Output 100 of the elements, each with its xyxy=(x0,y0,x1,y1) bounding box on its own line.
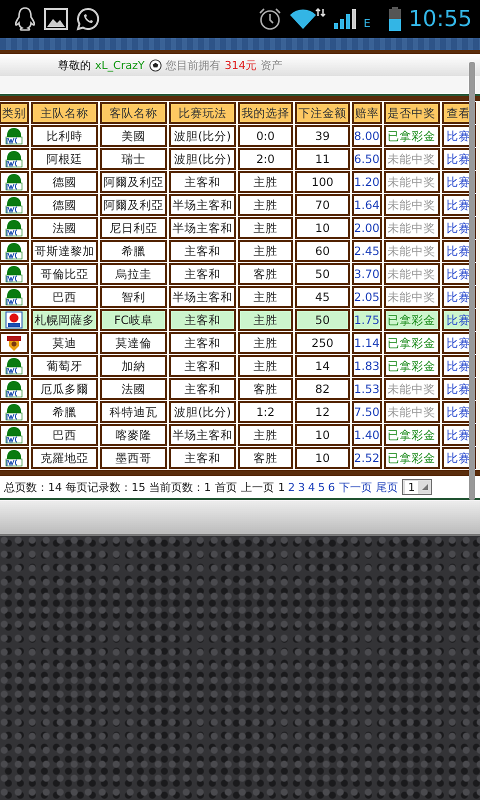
bet-type-cell: 主客和 xyxy=(169,309,236,331)
stake-cell: 10 xyxy=(295,424,350,446)
bet-type-cell: 主客和 xyxy=(169,355,236,377)
odds-cell: 2.45 xyxy=(352,240,382,262)
result-cell: 已拿彩金 xyxy=(384,355,440,377)
bet-type-cell: 主客和 xyxy=(169,171,236,193)
next-page-link[interactable]: 下一页 xyxy=(339,480,372,494)
home-team-cell: 阿根廷 xyxy=(31,148,98,170)
odds-cell: 1.40 xyxy=(352,424,382,446)
result-cell: 未能中奖 xyxy=(384,286,440,308)
page-link[interactable]: 3 xyxy=(298,480,305,494)
stake-cell: 50 xyxy=(295,309,350,331)
choice-cell: 客胜 xyxy=(238,447,293,469)
column-header: 赔率 xyxy=(352,102,382,124)
bet-type-cell: 半场主客和 xyxy=(169,424,236,446)
scrollbar[interactable] xyxy=(469,62,475,500)
first-page-label: 首页 xyxy=(215,480,237,494)
away-team-cell: FC岐阜 xyxy=(100,309,167,331)
bet-row[interactable]: 德國 阿爾及利亞 主客和 主胜 100 1.20 未能中奖 比赛 xyxy=(0,171,476,193)
choice-cell: 2:0 xyxy=(238,148,293,170)
odds-cell: 1.53 xyxy=(352,378,382,400)
greeting-text: 尊敬的 xyxy=(58,58,91,72)
bet-type-cell: 波胆(比分) xyxy=(169,125,236,147)
bet-row[interactable]: 比利時 美國 波胆(比分) 0:0 39 8.00 已拿彩金 比赛 xyxy=(0,125,476,147)
bet-row[interactable]: 巴西 喀麥隆 半场主客和 主胜 10 1.40 已拿彩金 比赛 xyxy=(0,424,476,446)
away-team-cell: 阿爾及利亞 xyxy=(100,171,167,193)
result-cell: 已拿彩金 xyxy=(384,332,440,354)
page-select[interactable]: 1 xyxy=(402,479,432,495)
page-link[interactable]: 1 xyxy=(278,480,285,494)
network-type: E xyxy=(364,16,371,30)
username: xL_CrazY xyxy=(95,58,145,72)
choice-cell: 客胜 xyxy=(238,378,293,400)
last-page-link[interactable]: 尾页 xyxy=(376,480,398,494)
bet-row[interactable]: 希臘 科特迪瓦 波胆(比分) 1:2 12 7.50 未能中奖 比赛 xyxy=(0,401,476,423)
home-team-cell: 希臘 xyxy=(31,401,98,423)
home-team-cell: 比利時 xyxy=(31,125,98,147)
bet-row[interactable]: 哥斯達黎加 希臘 主客和 主胜 60 2.45 未能中奖 比赛 xyxy=(0,240,476,262)
stake-cell: 11 xyxy=(295,148,350,170)
bet-row[interactable]: 葡萄牙 加納 主客和 主胜 14 1.83 已拿彩金 比赛 xyxy=(0,355,476,377)
column-header: 下注金额 xyxy=(295,102,350,124)
bet-type-cell: 波胆(比分) xyxy=(169,148,236,170)
chat-bubble-icon xyxy=(76,7,100,31)
home-team-cell: 哥倫比亞 xyxy=(31,263,98,285)
choice-cell: 0:0 xyxy=(238,125,293,147)
bet-row[interactable]: 阿根廷 瑞士 波胆(比分) 2:0 11 6.50 未能中奖 比赛 xyxy=(0,148,476,170)
stake-cell: 12 xyxy=(295,401,350,423)
result-cell: 未能中奖 xyxy=(384,217,440,239)
home-team-cell: 札幌岡薩多 xyxy=(31,309,98,331)
page-link[interactable]: 4 xyxy=(308,480,315,494)
page-summary: 总页数：14 每页记录数：15 当前页数：1 xyxy=(4,480,211,494)
away-team-cell: 智利 xyxy=(100,286,167,308)
clock: 10:55 xyxy=(408,6,472,32)
odds-cell: 2.00 xyxy=(352,217,382,239)
bet-row[interactable]: 德國 阿爾及利亞 半场主客和 主胜 70 1.64 未能中奖 比赛 xyxy=(0,194,476,216)
column-header: 我的选择 xyxy=(238,102,293,124)
choice-cell: 主胜 xyxy=(238,309,293,331)
column-header: 比赛玩法 xyxy=(169,102,236,124)
home-team-cell: 莫迪 xyxy=(31,332,98,354)
bet-row[interactable]: 厄瓜多爾 法國 主客和 客胜 82 1.53 未能中奖 比赛 xyxy=(0,378,476,400)
away-team-cell: 科特迪瓦 xyxy=(100,401,167,423)
away-team-cell: 烏拉圭 xyxy=(100,263,167,285)
stake-cell: 70 xyxy=(295,194,350,216)
away-team-cell: 墨西哥 xyxy=(100,447,167,469)
home-team-cell: 法國 xyxy=(31,217,98,239)
bet-row[interactable]: 札幌岡薩多 FC岐阜 主客和 主胜 50 1.75 已拿彩金 比赛 xyxy=(0,309,476,331)
home-team-cell: 克羅地亞 xyxy=(31,447,98,469)
bet-row[interactable]: 莫迪 莫達倫 主客和 主胜 250 1.14 已拿彩金 比赛 xyxy=(0,332,476,354)
column-header: 是否中奖 xyxy=(384,102,440,124)
soccer-ball-icon xyxy=(148,58,162,72)
away-team-cell: 尼日利亞 xyxy=(100,217,167,239)
page-link[interactable]: 5 xyxy=(318,480,325,494)
odds-cell: 7.50 xyxy=(352,401,382,423)
result-cell: 未能中奖 xyxy=(384,171,440,193)
bet-type-cell: 半场主客和 xyxy=(169,194,236,216)
odds-cell: 1.64 xyxy=(352,194,382,216)
page-link[interactable]: 2 xyxy=(288,480,295,494)
odds-cell: 2.52 xyxy=(352,447,382,469)
away-team-cell: 加納 xyxy=(100,355,167,377)
bet-row[interactable]: 克羅地亞 墨西哥 主客和 客胜 10 2.52 已拿彩金 比赛 xyxy=(0,447,476,469)
page-link[interactable]: 6 xyxy=(328,480,335,494)
away-team-cell: 瑞士 xyxy=(100,148,167,170)
stake-cell: 14 xyxy=(295,355,350,377)
bet-row[interactable]: 法國 尼日利亞 半场主客和 主胜 10 2.00 未能中奖 比赛 xyxy=(0,217,476,239)
choice-cell: 主胜 xyxy=(238,286,293,308)
bet-type-cell: 主客和 xyxy=(169,240,236,262)
wifi-icon xyxy=(290,7,326,31)
stake-cell: 82 xyxy=(295,378,350,400)
stake-cell: 10 xyxy=(295,217,350,239)
column-header: 客队名称 xyxy=(100,102,167,124)
bet-type-cell: 波胆(比分) xyxy=(169,401,236,423)
stake-cell: 100 xyxy=(295,171,350,193)
result-cell: 未能中奖 xyxy=(384,401,440,423)
home-team-cell: 德國 xyxy=(31,194,98,216)
stake-cell: 10 xyxy=(295,447,350,469)
column-header: 类别 xyxy=(0,102,29,124)
away-team-cell: 希臘 xyxy=(100,240,167,262)
bet-row[interactable]: 哥倫比亞 烏拉圭 主客和 客胜 50 3.70 未能中奖 比赛 xyxy=(0,263,476,285)
result-cell: 未能中奖 xyxy=(384,240,440,262)
bet-row[interactable]: 巴西 智利 半场主客和 主胜 45 2.05 未能中奖 比赛 xyxy=(0,286,476,308)
stake-cell: 39 xyxy=(295,125,350,147)
